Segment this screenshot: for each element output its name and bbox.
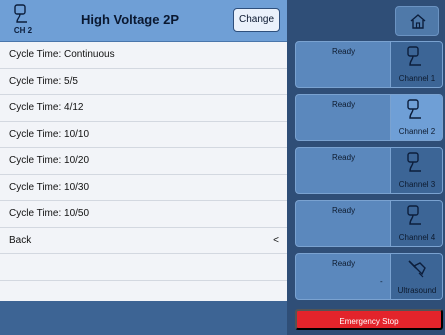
home-button[interactable] [395,6,439,36]
list-item-label: Back [9,234,32,246]
channel-card-3[interactable]: Ready Channel 3 [295,147,443,194]
panel-footer [0,301,287,335]
channel-status: Ready [331,100,356,109]
channel-card-4[interactable]: Ready Channel 4 [295,200,443,247]
channel-status: Ready [331,153,356,162]
channel-status: Ready [331,259,356,268]
ultrasound-value: - [380,277,383,286]
cycle-time-list: Cycle Time: Continuous Cycle Time: 5/5 C… [0,42,287,281]
channel-name: Channel 4 [398,233,436,242]
channel-name: Ultrasound [397,286,437,295]
channel-status: Ready [331,206,356,215]
electrode-icon [407,205,421,225]
list-item-label: Cycle Time: Continuous [9,49,115,60]
list-item-label: Cycle Time: 4/12 [9,102,84,113]
list-item-cycle-10-30[interactable]: Cycle Time: 10/30 [0,175,287,201]
list-item-label: Cycle Time: 10/30 [9,181,90,193]
electrode-icon [407,152,421,172]
channel-card-1[interactable]: Ready Channel 1 [295,41,443,88]
list-item-label: Cycle Time: 10/50 [9,208,90,219]
channel-label: CH 2 [13,26,33,35]
list-item-cycle-4-12[interactable]: Cycle Time: 4/12 [0,95,287,122]
electrode-icon [407,46,421,66]
list-item-label: Cycle Time: 5/5 [9,75,78,87]
list-item-cycle-10-10[interactable]: Cycle Time: 10/10 [0,122,287,148]
list-item-cycle-10-20[interactable]: Cycle Time: 10/20 [0,148,287,175]
back-chevron-icon: < [273,234,279,246]
channel-tile[interactable]: Channel 1 [390,42,442,87]
channel-tile[interactable]: Channel 3 [390,148,442,193]
channel-status: Ready [331,47,356,56]
list-item-back[interactable]: Back < [0,228,287,254]
channel-card-2[interactable]: Ready Channel 2 [295,94,443,141]
page-title: High Voltage 2P [81,12,179,27]
channel-name: Channel 3 [398,180,436,189]
channel-indicator: CH 2 [6,4,40,38]
home-icon [410,14,426,29]
emergency-stop-button[interactable]: Emergency Stop [295,309,443,330]
list-item-cycle-continuous[interactable]: Cycle Time: Continuous [0,42,287,69]
channel-name: Channel 2 [398,127,436,136]
list-item-label: Cycle Time: 10/10 [9,128,90,140]
channel-tile[interactable]: Channel 2 [390,95,442,140]
therapy-options-panel: CH 2 High Voltage 2P Change Cycle Time: … [0,0,287,335]
channel-name: Channel 1 [398,74,436,83]
list-item-cycle-5-5[interactable]: Cycle Time: 5/5 [0,69,287,95]
change-button[interactable]: Change [233,8,280,32]
list-item-empty [0,254,287,281]
ultrasound-probe-icon [408,260,426,278]
channel-sidebar: Ready Channel 1 Ready Channel 2 Ready Ch… [287,0,445,335]
list-item-label: Cycle Time: 10/20 [9,155,90,166]
channel-card-ultrasound[interactable]: Ready - Ultrasound [295,253,443,300]
panel-header: CH 2 High Voltage 2P Change [0,0,287,42]
electrode-icon [14,4,27,23]
channel-tile[interactable]: Ultrasound [390,254,442,299]
channel-tile[interactable]: Channel 4 [390,201,442,246]
electrode-icon [407,99,421,119]
list-item-cycle-10-50[interactable]: Cycle Time: 10/50 [0,201,287,228]
